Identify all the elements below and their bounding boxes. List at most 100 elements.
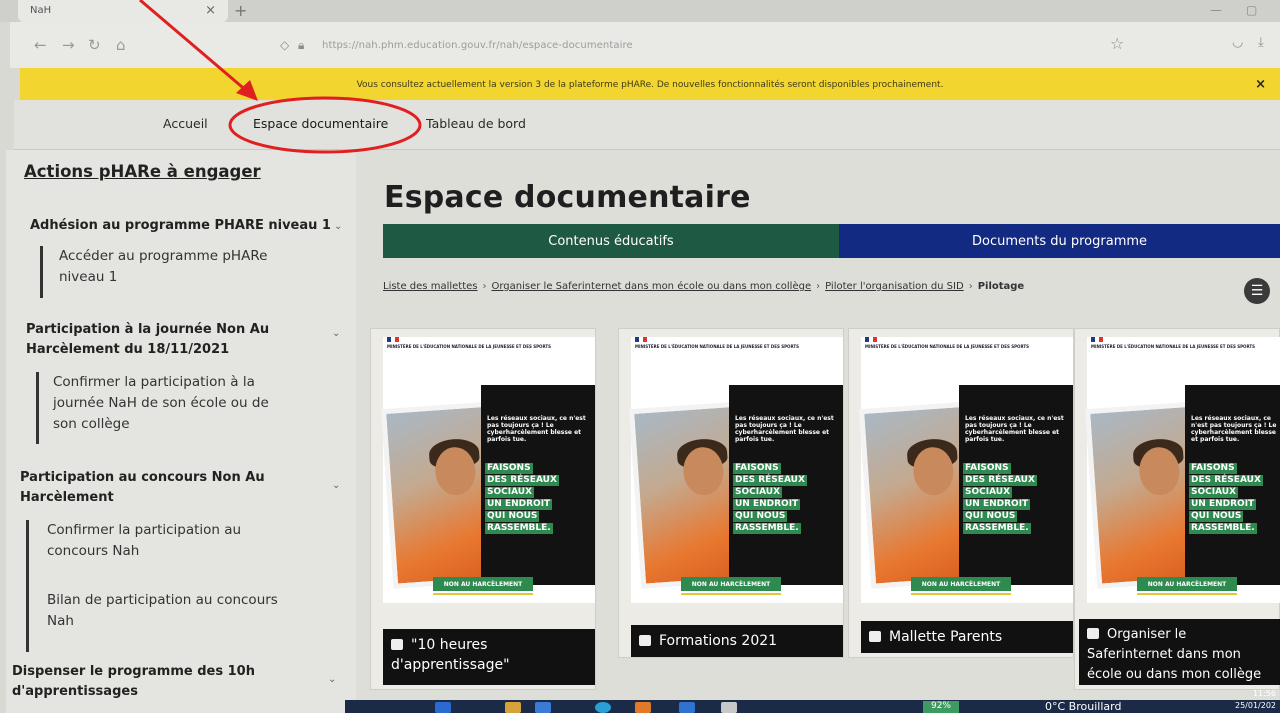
browser-nav-bar: ← → ↻ ⌂ ◇ 🔒︎ https://nah.phm.education.g… — [10, 22, 1280, 68]
section-title: Dispenser le programme des 10h d'apprent… — [12, 664, 255, 699]
clock-time: 11:56 — [1252, 689, 1277, 698]
app-icon[interactable] — [679, 702, 695, 713]
sidebar-item-confirmer-concours[interactable]: Confirmer la participation au concours N… — [47, 520, 296, 570]
clock[interactable]: 11:56 25/01/202 — [1235, 688, 1276, 712]
breadcrumb-separator-icon: › — [968, 281, 973, 292]
banner-close-icon[interactable]: × — [1255, 77, 1266, 92]
sidebar-section-concours[interactable]: Participation au concours Non Au Harcèle… — [20, 468, 340, 508]
battery-indicator[interactable]: 92% — [923, 701, 959, 713]
card-caption[interactable]: Formations 2021 — [631, 625, 843, 657]
sidebar-subitems-concours: Confirmer la participation au concours N… — [26, 520, 296, 652]
card-title: Formations 2021 — [659, 633, 778, 649]
tracking-shield-icon[interactable]: ◇ — [280, 38, 289, 52]
section-title: Participation au concours Non Au Harcèle… — [20, 470, 265, 505]
sidebar-item-confirmer-journee[interactable]: Confirmer la participation à la journée … — [36, 372, 286, 444]
sidebar-section-10h[interactable]: Dispenser le programme des 10h d'apprent… — [12, 662, 336, 702]
sidebar-section-adhesion[interactable]: Adhésion au programme PHARE niveau 1 ⌄ — [30, 216, 342, 237]
briefcase-icon — [869, 631, 881, 642]
download-icon[interactable]: ⤓ — [1258, 35, 1264, 50]
poster-panel: Les réseaux sociaux, ce n'est pas toujou… — [1185, 385, 1280, 585]
card-title: Mallette Parents — [889, 629, 1003, 645]
forward-icon[interactable]: → — [62, 36, 75, 54]
card-title: Organiser le Saferinternet dans mon écol… — [1087, 627, 1262, 682]
sidebar-item-bilan-concours[interactable]: Bilan de participation au concours Nah — [47, 590, 296, 632]
poster-underline — [433, 593, 533, 595]
tab-close-icon[interactable]: × — [205, 3, 216, 18]
browser-tab-title: NaH — [30, 5, 52, 16]
briefcase-icon — [391, 639, 403, 650]
bookmark-star-icon[interactable]: ☆ — [1110, 34, 1124, 53]
nav-accueil[interactable]: Accueil — [163, 116, 208, 131]
app-icon[interactable] — [435, 702, 451, 713]
poster-slogan: FAISONS DES RÉSEAUX SOCIAUX UN ENDROIT QUI N… — [963, 463, 1037, 534]
document-card[interactable]: MINISTÈRE DE L'ÉDUCATION NATIONALE DE LA… — [370, 328, 596, 690]
sidebar-item-acceder-programme[interactable]: Accéder au programme pHARe niveau 1 — [40, 246, 290, 298]
browser-tab[interactable]: NaH × — [18, 0, 228, 22]
app-icon[interactable] — [721, 702, 737, 713]
breadcrumb-link[interactable]: Liste des mallettes — [383, 281, 477, 292]
tab-documents-programme[interactable]: Documents du programme — [839, 224, 1280, 258]
chevron-down-icon[interactable]: ⌄ — [332, 324, 340, 344]
sidebar-item-label: Bilan de participation au concours Nah — [47, 592, 278, 629]
poster-quote: Les réseaux sociaux, ce n'est pas toujou… — [1191, 415, 1277, 443]
poster-image: MINISTÈRE DE L'ÉDUCATION NATIONALE DE LA… — [1084, 337, 1280, 603]
site-nav: Accueil Espace documentaire Tableau de b… — [14, 100, 1280, 150]
breadcrumb-separator-icon: › — [482, 281, 487, 292]
main-content: Espace documentaire Contenus éducatifs D… — [356, 150, 1280, 713]
ministry-logo: MINISTÈRE DE L'ÉDUCATION NATIONALE DE LA… — [1091, 337, 1255, 349]
chevron-down-icon[interactable]: ⌄ — [332, 476, 340, 496]
new-tab-icon[interactable]: + — [234, 1, 247, 20]
menu-button[interactable]: ☰ — [1244, 278, 1270, 304]
nav-espace-documentaire[interactable]: Espace documentaire — [253, 116, 388, 131]
document-card[interactable]: MINISTÈRE DE L'ÉDUCATION NATIONALE DE LA… — [618, 328, 844, 658]
home-icon[interactable]: ⌂ — [116, 36, 126, 54]
briefcase-icon — [639, 635, 651, 646]
app-icon[interactable] — [535, 702, 551, 713]
card-caption[interactable]: Mallette Parents — [861, 621, 1073, 653]
ministry-logo: MINISTÈRE DE L'ÉDUCATION NATIONALE DE LA… — [865, 337, 1029, 349]
minimize-icon[interactable]: — — [1210, 3, 1222, 17]
page-title: Espace documentaire — [384, 180, 751, 215]
sidebar-section-journee-nah[interactable]: Participation à la journée Non Au Harcèl… — [26, 320, 340, 360]
card-caption[interactable]: "10 heures d'apprentissage" — [383, 629, 595, 685]
document-card[interactable]: MINISTÈRE DE L'ÉDUCATION NATIONALE DE LA… — [848, 328, 1074, 658]
banner-message: Vous consultez actuellement la version 3… — [356, 80, 944, 90]
poster-panel: Les réseaux sociaux, ce n'est pas toujou… — [959, 385, 1073, 585]
sidebar-item-label: Confirmer la participation à la journée … — [53, 374, 269, 432]
card-caption[interactable]: Organiser le Saferinternet dans mon écol… — [1079, 619, 1280, 685]
breadcrumb-current: Pilotage — [977, 281, 1025, 292]
poster-slogan: FAISONS DES RÉSEAUX SOCIAUX UN ENDROIT QUI N… — [733, 463, 807, 534]
back-icon[interactable]: ← — [34, 36, 47, 54]
sidebar-title[interactable]: Actions pHARe à engager — [24, 162, 261, 181]
sidebar-item-label: Accéder au programme pHARe niveau 1 — [59, 248, 268, 285]
poster-quote: Les réseaux sociaux, ce n'est pas toujou… — [965, 415, 1064, 443]
folder-icon[interactable] — [505, 702, 521, 713]
nav-tableau-de-bord[interactable]: Tableau de bord — [426, 116, 526, 131]
browser-tab-bar: NaH × + — ▢ — [0, 0, 1280, 22]
tab-contenus-educatifs[interactable]: Contenus éducatifs — [383, 224, 839, 258]
poster-badge: NON AU HARCÈLEMENT — [681, 577, 781, 591]
document-card[interactable]: MINISTÈRE DE L'ÉDUCATION NATIONALE DE LA… — [1074, 328, 1280, 690]
lock-icon[interactable]: 🔒︎ — [298, 38, 304, 53]
reload-icon[interactable]: ↻ — [88, 36, 101, 54]
breadcrumb-separator-icon: › — [816, 281, 821, 292]
card-title: "10 heures d'apprentissage" — [391, 637, 510, 673]
chevron-down-icon[interactable]: ⌄ — [334, 217, 342, 237]
restore-icon[interactable]: ▢ — [1246, 3, 1257, 17]
weather-widget[interactable]: 0°C Brouillard — [1045, 700, 1121, 713]
breadcrumb-link[interactable]: Piloter l'organisation du SID — [825, 281, 964, 292]
poster-underline — [911, 593, 1011, 595]
address-bar[interactable]: ◇ 🔒︎ https://nah.phm.education.gouv.fr/n… — [280, 35, 1110, 57]
firefox-icon[interactable] — [635, 702, 651, 713]
poster-panel: Les réseaux sociaux, ce n'est pas toujou… — [729, 385, 843, 585]
breadcrumb-link[interactable]: Organiser le Saferinternet dans mon écol… — [491, 281, 811, 292]
url-text: https://nah.phm.education.gouv.fr/nah/es… — [322, 40, 633, 51]
sidebar-item-label: Confirmer la participation au concours N… — [47, 522, 242, 559]
poster-badge: NON AU HARCÈLEMENT — [911, 577, 1011, 591]
browser-icon[interactable] — [595, 702, 611, 713]
pocket-icon[interactable]: ◡ — [1232, 35, 1243, 50]
poster-image: MINISTÈRE DE L'ÉDUCATION NATIONALE DE LA… — [380, 337, 595, 603]
section-title: Participation à la journée Non Au Harcèl… — [26, 322, 270, 357]
chevron-down-icon[interactable]: ⌄ — [328, 670, 336, 690]
clock-date: 25/01/202 — [1235, 701, 1277, 710]
